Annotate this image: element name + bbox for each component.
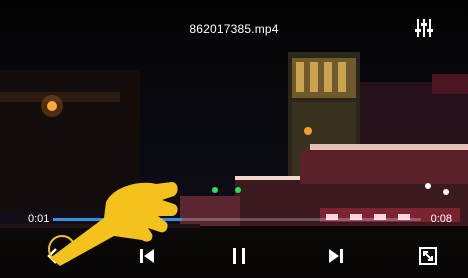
seek-progress: [53, 218, 182, 221]
skip-next-icon[interactable]: [325, 245, 347, 267]
skip-previous-icon[interactable]: [136, 245, 158, 267]
video-title: 862017385.mp4: [189, 22, 279, 36]
video-player[interactable]: 862017385.mp4 0:01 0:08: [0, 0, 468, 278]
equalizer-icon[interactable]: [414, 18, 434, 38]
seek-bar[interactable]: [53, 218, 421, 221]
tap-indicator: [48, 235, 76, 263]
pause-icon[interactable]: [228, 245, 250, 267]
fullscreen-icon[interactable]: [417, 245, 439, 267]
current-time: 0:01: [28, 213, 50, 225]
total-time: 0:08: [430, 213, 452, 225]
